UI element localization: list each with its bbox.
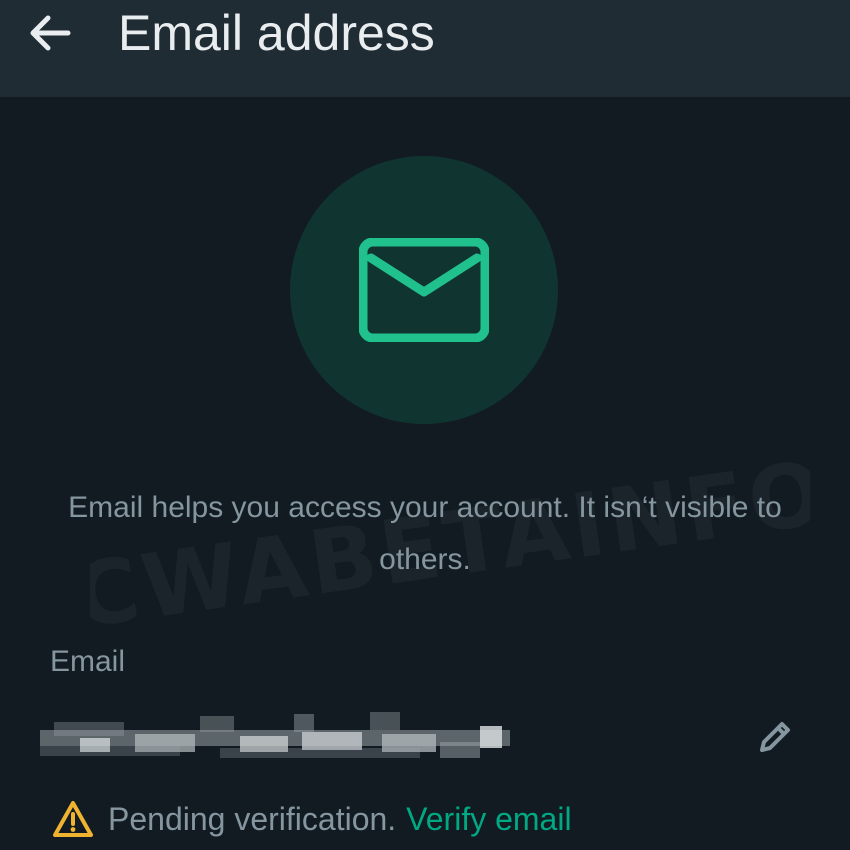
page-title: Email address	[118, 5, 435, 61]
edit-email-button[interactable]	[750, 712, 800, 762]
pending-verification-text: Pending verification.	[108, 800, 397, 837]
email-hero-circle	[290, 156, 558, 424]
email-description: Email helps you access your account. It …	[68, 491, 782, 576]
arrow-left-icon	[30, 15, 71, 51]
pencil-icon	[760, 722, 790, 752]
warning-triangle-icon	[52, 799, 94, 839]
back-button[interactable]	[22, 8, 78, 58]
email-field-label: Email	[50, 645, 126, 678]
email-address-screen: Email address CWABETAINFO Email helps yo…	[0, 0, 850, 850]
verify-email-link[interactable]: Verify email	[406, 801, 571, 838]
verification-status-row: Pending verification. Verify email	[52, 796, 572, 842]
envelope-icon	[359, 238, 489, 342]
email-value-pixelated	[40, 712, 510, 764]
app-bar: Email address	[0, 0, 850, 97]
